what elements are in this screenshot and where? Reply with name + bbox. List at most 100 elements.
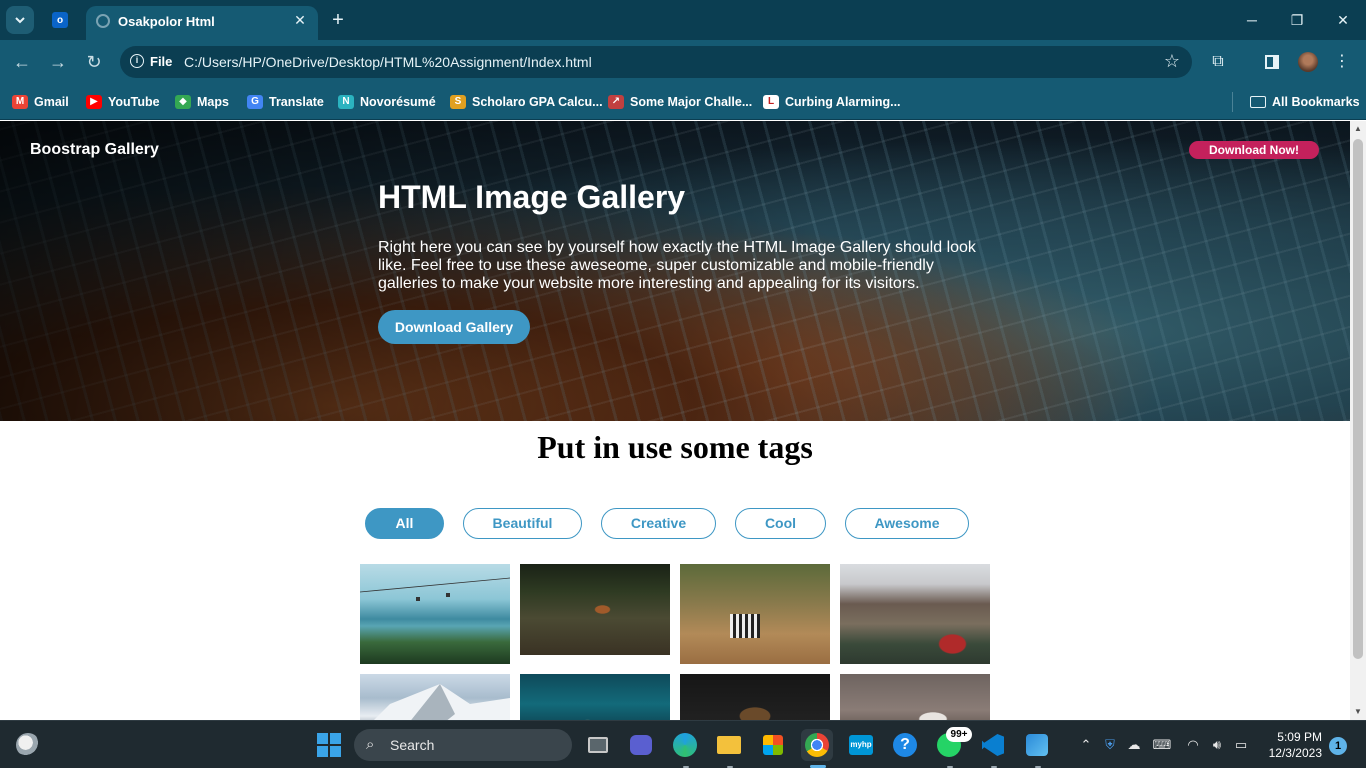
bookmark-gmail[interactable]: M Gmail [12, 92, 69, 112]
bookmark-label: Maps [197, 95, 229, 109]
hero-banner: Boostrap Gallery Download Now! HTML Imag… [0, 121, 1350, 421]
microsoft-store-icon[interactable] [757, 729, 789, 761]
filter-beautiful[interactable]: Beautiful [463, 508, 582, 539]
file-explorer-icon[interactable] [713, 729, 745, 761]
gallery-image-mountain-village[interactable] [840, 564, 990, 664]
tab-close-button[interactable]: ✕ [290, 10, 310, 30]
gallery-image-bird[interactable] [840, 674, 990, 720]
notification-badge[interactable]: 1 [1329, 737, 1347, 755]
scroll-thumb[interactable] [1353, 139, 1363, 659]
help-icon[interactable]: ? [889, 729, 921, 761]
translate-icon: G [247, 95, 263, 109]
bookmark-novoresume[interactable]: N Novorésumé [338, 92, 436, 112]
url-text[interactable]: C:/Users/HP/OneDrive/Desktop/HTML%20Assi… [184, 54, 592, 70]
gallery-image-owl[interactable] [680, 674, 830, 720]
bookmark-label: Some Major Challe... [630, 95, 753, 109]
bookmark-curbing[interactable]: L Curbing Alarming... [763, 92, 901, 112]
minimize-button[interactable]: ─ [1240, 8, 1264, 32]
gallery-image-coastal-landscape[interactable] [360, 564, 510, 664]
page-icon: L [763, 95, 779, 109]
taskbar-search[interactable]: ⌕ Search [354, 729, 572, 761]
extensions-icon[interactable]: ⧉ [1208, 52, 1228, 72]
task-view-icon[interactable] [582, 729, 614, 761]
bookmark-star-icon[interactable]: ☆ [1164, 51, 1180, 72]
page-icon: ↗ [608, 95, 624, 109]
reload-button[interactable]: ↻ [82, 50, 106, 74]
volume-icon[interactable]: 🔊︎ [1207, 735, 1227, 755]
tab-active[interactable]: Osakpolor Html ✕ [86, 6, 318, 40]
section-title: Put in use some tags [537, 429, 813, 465]
bookmark-label: Scholaro GPA Calcu... [472, 95, 603, 109]
all-bookmarks-button[interactable]: All Bookmarks [1250, 92, 1360, 112]
maps-icon: ◆ [175, 95, 191, 109]
hero-title: HTML Image Gallery [378, 179, 686, 215]
clock-time: 5:09 PM [1277, 730, 1322, 744]
filter-creative[interactable]: Creative [601, 508, 716, 539]
pinned-tab-outlook[interactable]: o [46, 6, 74, 34]
bookmarks-separator [1232, 92, 1233, 112]
bookmark-youtube[interactable]: ▶ YouTube [86, 92, 160, 112]
browser-titlebar: o Osakpolor Html ✕ + ─ ❐ ✕ [0, 0, 1366, 40]
kebab-menu-icon[interactable]: ⋮ [1332, 52, 1352, 72]
scroll-down-arrow[interactable]: ▼ [1350, 704, 1366, 720]
whatsapp-badge: 99+ [946, 727, 972, 742]
wifi-icon[interactable]: ◠ [1183, 735, 1203, 755]
bookmark-some-major[interactable]: ↗ Some Major Challe... [608, 92, 752, 112]
tab-title: Osakpolor Html [118, 14, 215, 29]
gallery-image-fox[interactable] [520, 564, 670, 655]
tab-search-button[interactable] [6, 6, 34, 34]
new-tab-button[interactable]: + [324, 6, 352, 34]
weather-icon[interactable] [16, 733, 40, 757]
bookmark-label: Translate [269, 95, 324, 109]
search-label: Search [390, 737, 435, 753]
vscode-icon[interactable] [977, 729, 1009, 761]
keyboard-icon[interactable]: ⌨ [1152, 735, 1172, 755]
bookmarks-bar: M Gmail ▶ YouTube ◆ Maps G Translate N N… [0, 84, 1366, 120]
chevron-down-icon [15, 17, 25, 24]
clock-date: 12/3/2023 [1268, 746, 1322, 760]
restore-button[interactable]: ❐ [1285, 8, 1309, 32]
page-viewport: Boostrap Gallery Download Now! HTML Imag… [0, 121, 1350, 720]
close-window-button[interactable]: ✕ [1331, 8, 1355, 32]
address-bar[interactable]: i File C:/Users/HP/OneDrive/Desktop/HTML… [120, 46, 1192, 78]
cable-car-graphic [360, 577, 510, 601]
bookmark-maps[interactable]: ◆ Maps [175, 92, 229, 112]
battery-icon[interactable]: ▭ [1231, 735, 1251, 755]
info-icon[interactable]: i [130, 54, 144, 68]
novoresume-icon: N [338, 95, 354, 109]
profile-avatar[interactable] [1298, 52, 1318, 72]
teams-meet-icon[interactable] [625, 729, 657, 761]
system-clock[interactable]: 5:09 PM 12/3/2023 [1262, 729, 1322, 761]
mountain-graphic [374, 684, 510, 720]
side-panel-icon[interactable] [1262, 52, 1282, 72]
forward-button[interactable]: → [46, 50, 70, 74]
scroll-up-arrow[interactable]: ▲ [1350, 121, 1366, 137]
onedrive-cloud-icon[interactable]: ☁ [1124, 735, 1144, 755]
filter-cool[interactable]: Cool [735, 508, 826, 539]
folder-icon [1250, 96, 1266, 108]
filter-all[interactable]: All [365, 508, 444, 539]
bookmark-translate[interactable]: G Translate [247, 92, 324, 112]
download-now-button[interactable]: Download Now! [1189, 141, 1319, 159]
gallery-image-snowy-peak[interactable] [360, 674, 510, 720]
chevron-up-icon[interactable]: ⌃ [1076, 735, 1096, 755]
bookmark-label: Gmail [34, 95, 69, 109]
download-gallery-button[interactable]: Download Gallery [378, 310, 530, 344]
filter-awesome[interactable]: Awesome [845, 508, 969, 539]
hero-description: Right here you can see by yourself how e… [378, 239, 976, 292]
photos-icon[interactable] [1021, 729, 1053, 761]
outlook-icon: o [52, 12, 68, 28]
back-button[interactable]: ← [10, 50, 34, 74]
chrome-icon[interactable] [801, 729, 833, 761]
start-button[interactable] [313, 729, 345, 761]
gallery-image-zebra[interactable] [680, 564, 830, 664]
edge-icon[interactable] [669, 729, 701, 761]
globe-icon [96, 14, 110, 28]
myhp-icon[interactable]: myhp [845, 729, 877, 761]
brand-logo[interactable]: Boostrap Gallery [30, 141, 159, 159]
security-shield-icon[interactable]: ⛨ [1100, 735, 1120, 755]
bookmark-scholaro[interactable]: S Scholaro GPA Calcu... [450, 92, 603, 112]
gallery-image-underwater[interactable] [520, 674, 670, 720]
page-scrollbar[interactable]: ▲ ▼ [1350, 121, 1366, 720]
gmail-icon: M [12, 95, 28, 109]
